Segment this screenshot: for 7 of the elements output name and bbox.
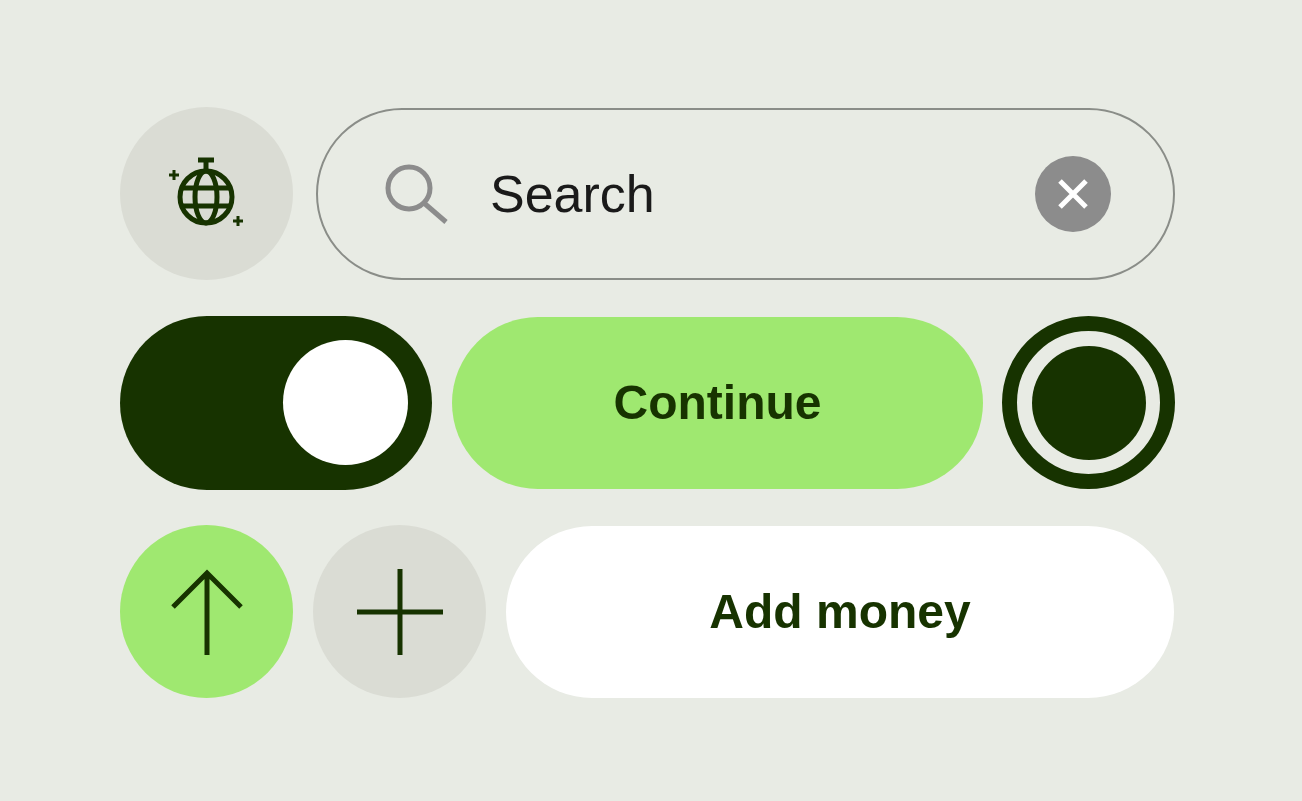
add-money-button[interactable]: Add money [506,525,1174,698]
search-icon [384,162,450,225]
search-field[interactable]: Search [488,162,997,225]
continue-button[interactable]: Continue [452,316,983,489]
radio-button[interactable] [1002,316,1175,489]
clear-icon[interactable] [1035,155,1111,232]
plus-icon [356,568,443,655]
